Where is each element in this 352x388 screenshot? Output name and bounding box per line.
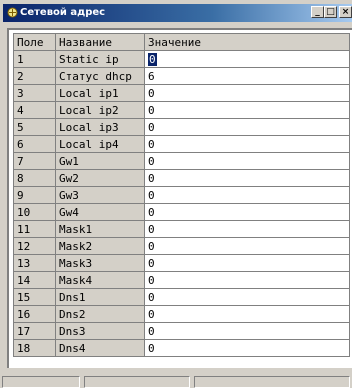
- row-field-name: Local ip3: [55, 118, 145, 136]
- column-header-value[interactable]: Значение: [144, 33, 350, 51]
- status-panel: [84, 376, 190, 388]
- table-row[interactable]: 16 Dns2 0: [13, 305, 350, 323]
- row-field-value[interactable]: 0: [144, 135, 350, 153]
- row-field-name: Gw2: [55, 169, 145, 187]
- table-row[interactable]: 15 Dns1 0: [13, 288, 350, 306]
- row-field-value[interactable]: 0: [144, 288, 350, 306]
- table-row[interactable]: 1 Static ip 0: [13, 50, 350, 68]
- row-field-name: Mask4: [55, 271, 145, 289]
- row-field-name: Mask2: [55, 237, 145, 255]
- main-window: Сетевой адрес _ □ × Поле Название Значен…: [0, 0, 352, 388]
- status-panel: [2, 376, 80, 388]
- grid-table: Поле Название Значение 1 Static ip 0 2 Стату…: [13, 33, 350, 357]
- row-field-name: Статус dhcp: [55, 67, 145, 85]
- row-field-value[interactable]: 0: [144, 84, 350, 102]
- table-row[interactable]: 12 Mask2 0: [13, 237, 350, 255]
- row-field-value[interactable]: 0: [144, 254, 350, 272]
- row-field-value[interactable]: 0: [144, 339, 350, 357]
- row-field-value[interactable]: 0: [144, 237, 350, 255]
- row-field-value[interactable]: 0: [144, 186, 350, 204]
- table-row[interactable]: 7 Gw1 0: [13, 152, 350, 170]
- row-field-number: 6: [13, 135, 56, 153]
- row-field-value[interactable]: 0: [144, 271, 350, 289]
- row-field-number: 12: [13, 237, 56, 255]
- row-field-number: 3: [13, 84, 56, 102]
- column-header-name[interactable]: Название: [55, 33, 145, 51]
- table-row[interactable]: 6 Local ip4 0: [13, 135, 350, 153]
- row-field-name: Static ip: [55, 50, 145, 68]
- row-field-name: Local ip4: [55, 135, 145, 153]
- maximize-button[interactable]: □: [324, 6, 337, 18]
- status-panel: [194, 376, 350, 388]
- table-row[interactable]: 2 Статус dhcp 6: [13, 67, 350, 85]
- table-row[interactable]: 10 Gw4 0: [13, 203, 350, 221]
- row-field-name: Gw1: [55, 152, 145, 170]
- row-field-value[interactable]: 0: [144, 169, 350, 187]
- network-app-icon: [7, 7, 18, 18]
- row-field-number: 8: [13, 169, 56, 187]
- row-field-number: 17: [13, 322, 56, 340]
- row-field-value[interactable]: 6: [144, 67, 350, 85]
- row-field-value[interactable]: 0: [144, 220, 350, 238]
- row-field-number: 14: [13, 271, 56, 289]
- row-field-number: 10: [13, 203, 56, 221]
- selected-cell-value[interactable]: 0: [148, 52, 157, 66]
- row-field-number: 4: [13, 101, 56, 119]
- row-field-name: Dns3: [55, 322, 145, 340]
- window-title: Сетевой адрес: [20, 7, 106, 18]
- table-row[interactable]: 11 Mask1 0: [13, 220, 350, 238]
- row-field-name: Dns1: [55, 288, 145, 306]
- row-field-number: 2: [13, 67, 56, 85]
- table-row[interactable]: 3 Local ip1 0: [13, 84, 350, 102]
- column-header-field[interactable]: Поле: [13, 33, 56, 51]
- row-field-name: Mask3: [55, 254, 145, 272]
- row-field-value[interactable]: 0: [144, 203, 350, 221]
- close-button[interactable]: ×: [339, 6, 352, 18]
- row-field-number: 11: [13, 220, 56, 238]
- status-bar: [0, 374, 352, 388]
- row-field-number: 9: [13, 186, 56, 204]
- row-field-number: 1: [13, 50, 56, 68]
- row-field-number: 5: [13, 118, 56, 136]
- table-row[interactable]: 9 Gw3 0: [13, 186, 350, 204]
- data-grid[interactable]: Поле Название Значение 1 Static ip 0 2 Стату…: [7, 28, 352, 368]
- minimize-button[interactable]: _: [311, 6, 324, 18]
- row-field-name: Mask1: [55, 220, 145, 238]
- row-field-value[interactable]: 0: [144, 152, 350, 170]
- row-field-number: 16: [13, 305, 56, 323]
- table-row[interactable]: 5 Local ip3 0: [13, 118, 350, 136]
- table-row[interactable]: 4 Local ip2 0: [13, 101, 350, 119]
- row-field-name: Local ip1: [55, 84, 145, 102]
- row-field-name: Gw4: [55, 203, 145, 221]
- row-field-number: 18: [13, 339, 56, 357]
- grid-header-row: Поле Название Значение: [13, 33, 350, 51]
- row-field-value[interactable]: 0: [144, 322, 350, 340]
- table-row[interactable]: 17 Dns3 0: [13, 322, 350, 340]
- row-field-number: 15: [13, 288, 56, 306]
- grid-body: 1 Static ip 0 2 Статус dhcp 6 3 Local ip1 0 4 Loca…: [13, 50, 350, 357]
- title-bar[interactable]: Сетевой адрес _ □ ×: [3, 4, 352, 22]
- row-field-number: 13: [13, 254, 56, 272]
- row-field-name: Dns2: [55, 305, 145, 323]
- table-row[interactable]: 14 Mask4 0: [13, 271, 350, 289]
- table-row[interactable]: 18 Dns4 0: [13, 339, 350, 357]
- table-row[interactable]: 13 Mask3 0: [13, 254, 350, 272]
- table-row[interactable]: 8 Gw2 0: [13, 169, 350, 187]
- row-field-name: Gw3: [55, 186, 145, 204]
- row-field-value[interactable]: 0: [144, 305, 350, 323]
- row-field-value[interactable]: 0: [144, 50, 350, 68]
- row-field-number: 7: [13, 152, 56, 170]
- row-field-value[interactable]: 0: [144, 118, 350, 136]
- row-field-value[interactable]: 0: [144, 101, 350, 119]
- row-field-name: Dns4: [55, 339, 145, 357]
- row-field-name: Local ip2: [55, 101, 145, 119]
